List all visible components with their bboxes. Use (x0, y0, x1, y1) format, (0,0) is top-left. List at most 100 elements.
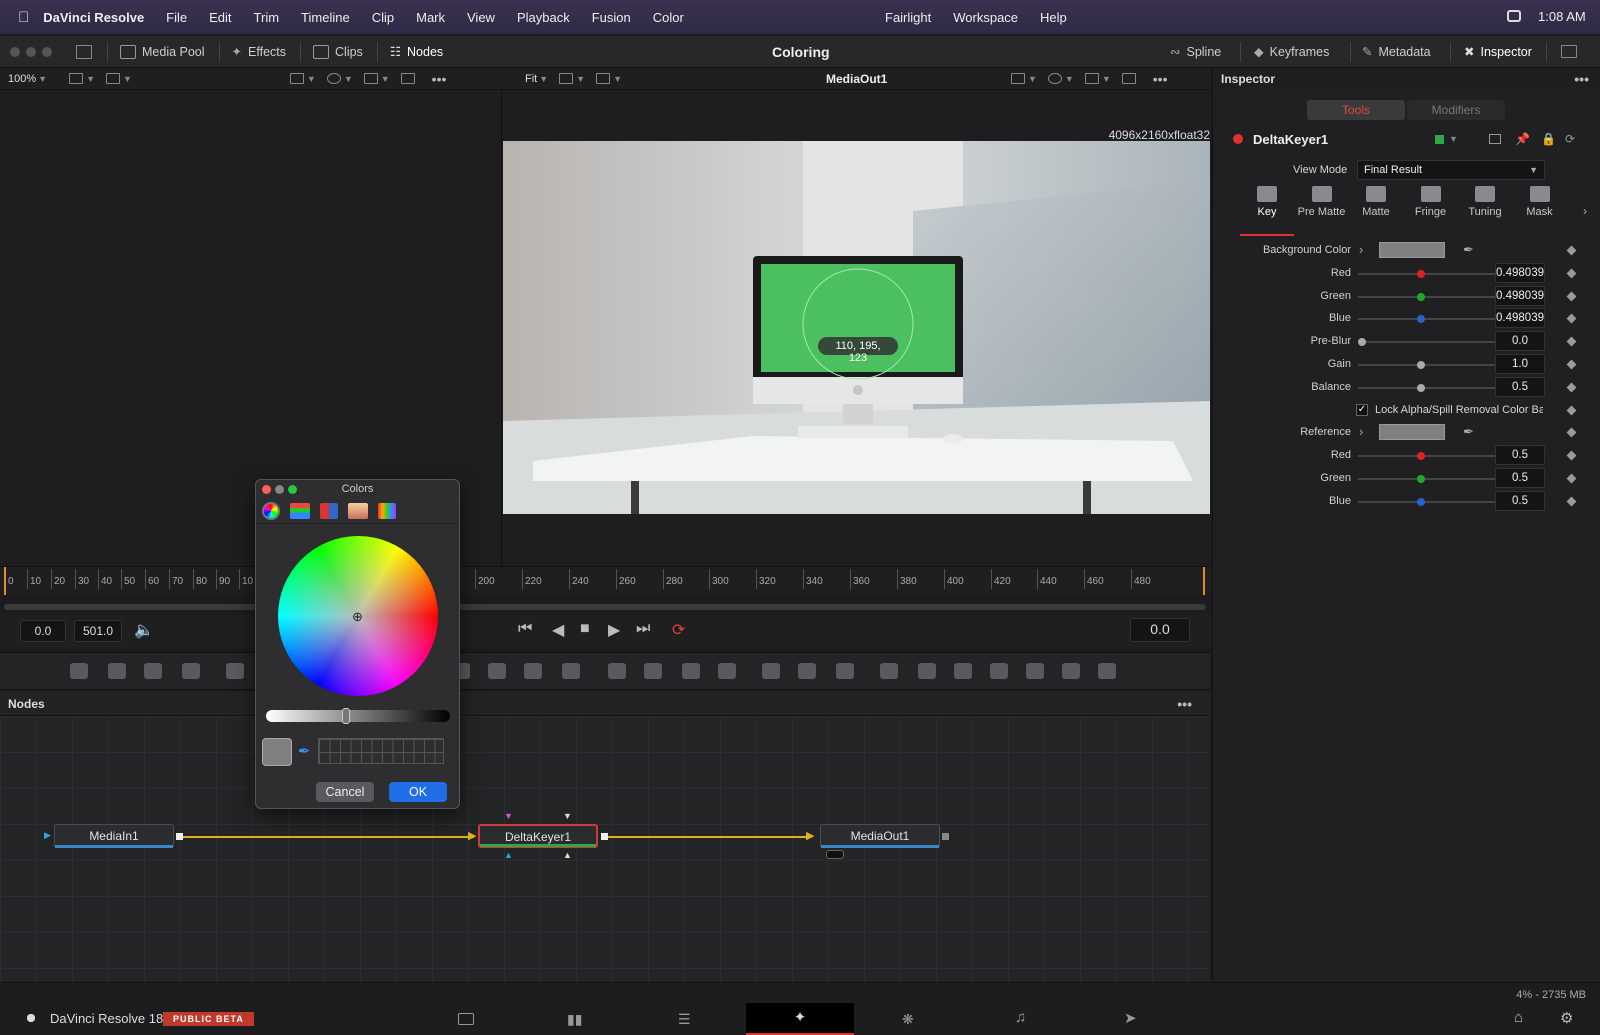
keyframe-icon[interactable] (1566, 405, 1577, 416)
menu-edit[interactable]: Edit (209, 10, 231, 25)
menu-fusion[interactable]: Fusion (592, 10, 631, 25)
nodes-button[interactable]: ☷ Nodes (390, 44, 443, 60)
wheel-crosshair-icon[interactable]: ⊕ (352, 609, 363, 625)
node-mediain1[interactable]: MediaIn1 (54, 824, 174, 848)
slider-knob[interactable] (1416, 497, 1425, 506)
param-value-field[interactable]: 0.5 (1495, 376, 1545, 397)
menu-fairlight[interactable]: Fairlight (885, 10, 931, 25)
nodes-more-icon[interactable]: ••• (1177, 696, 1192, 712)
viewer-layout-icon[interactable] (105, 73, 120, 84)
keyframe-icon[interactable] (1566, 268, 1577, 279)
menu-mark[interactable]: Mark (416, 10, 445, 25)
zoom-icon[interactable] (288, 484, 297, 494)
inspector-more-icon[interactable]: ••• (1574, 71, 1589, 87)
app-menu[interactable]: DaVinci Resolve (43, 10, 144, 25)
param-value-field[interactable]: 0.5 (1495, 445, 1545, 466)
home-icon[interactable]: ⌂ (1514, 1009, 1523, 1026)
right-viewer[interactable]: 4096x2160xfloat32 110, 195, 123 (503, 90, 1210, 566)
subtab-matte[interactable]: Matte (1349, 186, 1403, 218)
more-options-icon-right[interactable]: ••• (1153, 71, 1168, 87)
page-deliver-icon[interactable]: ➤ (1124, 1009, 1137, 1027)
viewer-layout-icon-right[interactable] (596, 73, 611, 84)
slider-knob[interactable] (1416, 383, 1425, 392)
slider-knob[interactable] (1358, 338, 1366, 347)
param-slider[interactable] (1358, 338, 1496, 347)
particle-emitter-tool-icon[interactable] (762, 663, 780, 679)
time-ruler[interactable]: 0 10 20 30 40 50 60 70 80 90 10 200 220 240 260 280 300 3… (0, 566, 1210, 595)
tab-modifiers[interactable]: Modifiers (1407, 100, 1505, 120)
brightness-knob[interactable] (342, 708, 350, 724)
text-tool-icon[interactable] (144, 663, 162, 679)
transform-tool-icon[interactable] (524, 663, 542, 679)
mediaout-output-port[interactable] (942, 833, 949, 840)
versions-icon[interactable] (1489, 134, 1501, 144)
param-value-field[interactable]: 1.0 (1495, 354, 1545, 374)
page-cut-icon[interactable]: ▮▮ (567, 1011, 582, 1028)
expand-chevron-icon[interactable]: › (1359, 242, 1363, 257)
param-slider[interactable] (1358, 383, 1496, 392)
param-value-field[interactable]: 0.0 (1495, 331, 1545, 352)
close-icon[interactable] (262, 484, 271, 494)
image3d-tool-icon[interactable] (918, 663, 936, 679)
keyframe-icon[interactable] (1566, 336, 1577, 347)
resize-tool-icon[interactable] (562, 663, 580, 679)
polygon-tool-icon[interactable] (682, 663, 700, 679)
menu-workspace[interactable]: Workspace (953, 10, 1018, 25)
subtab-mask[interactable]: Mask (1513, 186, 1567, 218)
page-color-icon[interactable]: ❋ (902, 1011, 914, 1028)
keyframe-icon[interactable] (1566, 427, 1577, 438)
color-wheel-mode-icon[interactable] (262, 501, 280, 520)
zoom-dropdown[interactable]: 100% (8, 73, 36, 85)
background-tool-icon[interactable] (70, 663, 88, 679)
menu-file[interactable]: File (166, 10, 187, 25)
keyframe-icon[interactable] (1566, 382, 1577, 393)
roi-icon-right[interactable] (1011, 73, 1025, 84)
subtab-pre-matte[interactable]: Pre Matte (1295, 186, 1349, 218)
channel-booleans-tool-icon[interactable] (488, 663, 506, 679)
keyframes-button[interactable]: ◆ Keyframes (1254, 44, 1329, 60)
window-controls[interactable] (10, 46, 52, 57)
render-end-field[interactable]: 501.0 (74, 620, 122, 642)
loop-icon[interactable]: ⟳ (672, 620, 685, 640)
slider-knob[interactable] (1416, 361, 1425, 369)
control-center-icon[interactable] (1507, 10, 1521, 22)
channel-icon[interactable] (326, 73, 341, 84)
color-swatch[interactable] (1379, 424, 1445, 441)
subtab-fringe[interactable]: Fringe (1404, 186, 1458, 218)
guides-icon[interactable] (400, 73, 415, 84)
metadata-button[interactable]: ✎ Metadata (1362, 44, 1431, 60)
page-media-icon[interactable] (458, 1013, 474, 1025)
more-options-icon[interactable]: ••• (432, 71, 447, 87)
menu-playback[interactable]: Playback (517, 10, 570, 25)
pencils-mode-icon[interactable] (378, 502, 396, 519)
particle-render-tool-icon[interactable] (798, 663, 816, 679)
param-value-field[interactable]: 0.5 (1495, 468, 1545, 488)
grid-icon-right[interactable] (1084, 73, 1099, 84)
timeline-scrollbar[interactable] (4, 604, 1206, 610)
go-to-start-icon[interactable]: ⏮ (518, 620, 532, 638)
fit-dropdown[interactable]: Fit (525, 73, 537, 85)
slider-knob[interactable] (1416, 269, 1425, 278)
text3d-tool-icon[interactable] (954, 663, 972, 679)
param-value-field[interactable]: 0.498039 (1495, 308, 1545, 329)
ok-button[interactable]: OK (389, 782, 447, 802)
pin-icon[interactable]: 📌 (1515, 132, 1530, 146)
slider-knob[interactable] (1416, 315, 1425, 324)
tool-enable-icon[interactable] (1233, 134, 1243, 144)
slider-knob[interactable] (1416, 452, 1425, 461)
eyedropper-icon[interactable]: ✒ (298, 742, 311, 760)
keyframe-icon[interactable] (1566, 473, 1577, 484)
param-slider[interactable] (1358, 475, 1496, 483)
menu-trim[interactable]: Trim (254, 10, 280, 25)
menu-clip[interactable]: Clip (372, 10, 394, 25)
panel-toggle-icon[interactable] (76, 44, 92, 59)
param-slider[interactable] (1358, 315, 1496, 324)
grid-icon[interactable] (363, 73, 378, 84)
settings-gear-icon[interactable]: ⚙ (1560, 1009, 1573, 1027)
play-icon[interactable]: ▶ (608, 620, 620, 640)
param-slider[interactable] (1358, 361, 1496, 369)
current-color-swatch[interactable] (262, 738, 292, 766)
node-editor[interactable]: ▶ ▶ ▶ MediaIn1 ▼ ▼ DeltaKeyer1 ▲ ▲ Media… (0, 716, 1210, 982)
viewer-image[interactable]: 110, 195, 123 (503, 141, 1210, 514)
inspector-button[interactable]: ✖ Inspector (1464, 44, 1532, 60)
